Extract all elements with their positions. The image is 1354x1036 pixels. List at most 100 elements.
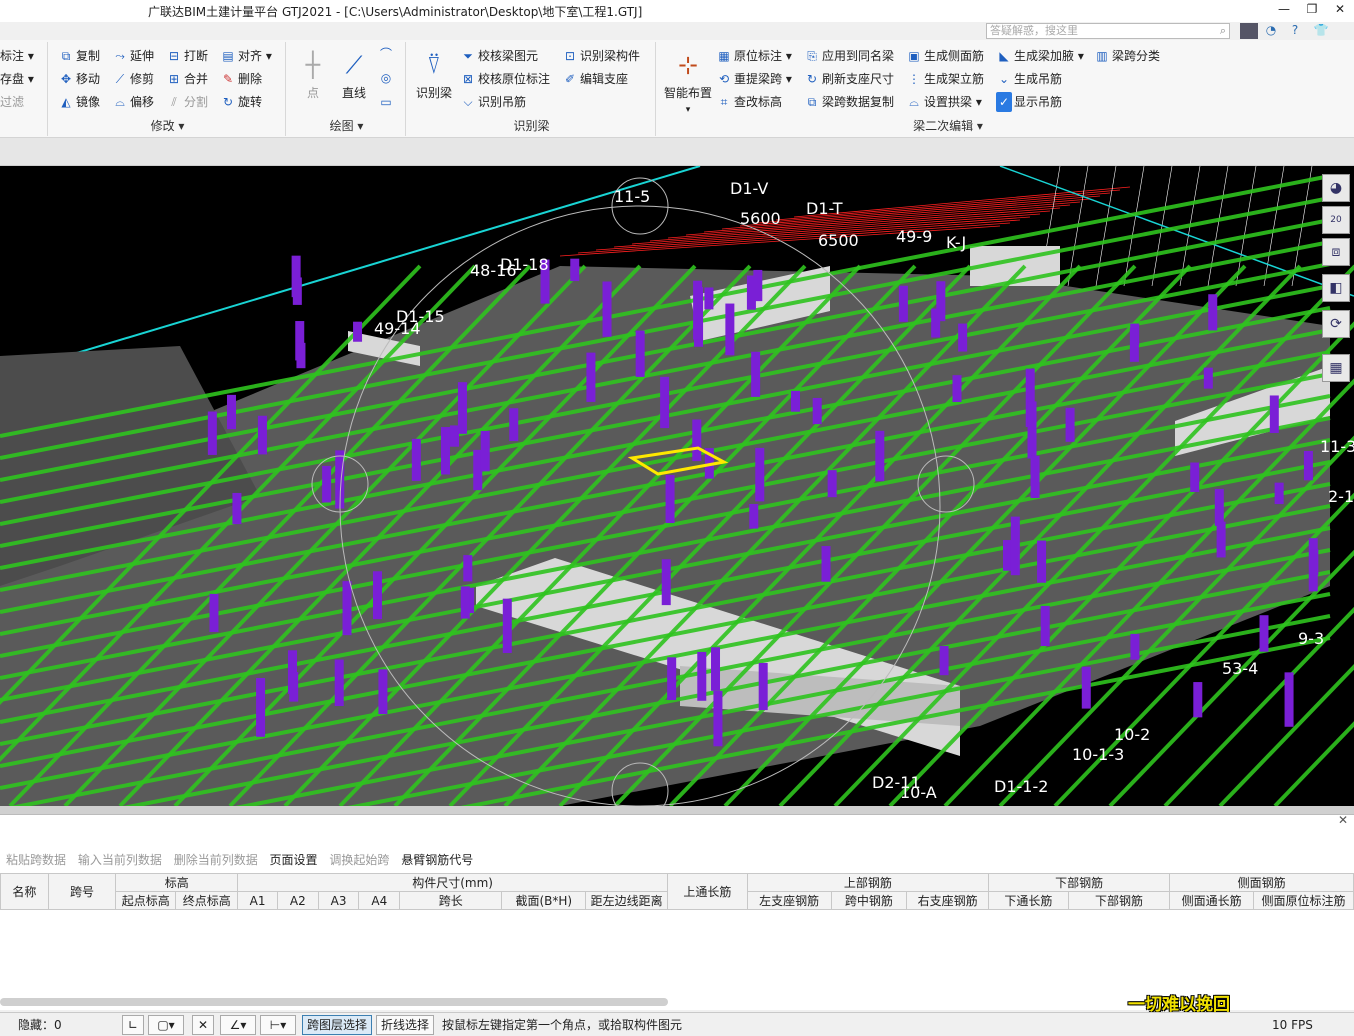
- apply-same-name-button[interactable]: ⎘ 应用到同名梁: [804, 46, 894, 66]
- break-icon: ⊟: [168, 49, 180, 63]
- 3d-viewport[interactable]: D1-V 5600 D1-T 6500 49-9 K-J D1-18 48-16 49-14 D1…: [0, 166, 1354, 806]
- line-icon: ⟋: [345, 51, 363, 79]
- split-button[interactable]: ⫽ 分割: [166, 92, 208, 112]
- cross-icon[interactable]: ✕: [192, 1015, 214, 1035]
- ortho-icon[interactable]: ∟: [122, 1015, 144, 1035]
- group-label-draw[interactable]: 绘图 ▾: [288, 117, 405, 134]
- gen-hanger-button[interactable]: ⌄ 生成吊筋: [996, 69, 1062, 89]
- filter-button[interactable]: 过滤: [0, 92, 24, 112]
- trim-button[interactable]: ⟋ 修剪: [112, 69, 154, 89]
- identify-beam-member-button[interactable]: ⊡ 识别梁构件: [562, 46, 640, 66]
- column: [665, 474, 675, 524]
- gen-haunch-button[interactable]: ◣ 生成梁加腋 ▾: [996, 46, 1083, 66]
- offset-button[interactable]: ⌓ 偏移: [112, 92, 154, 112]
- span-classify-button[interactable]: ▥ 梁跨分类: [1094, 46, 1160, 66]
- col-bot: 下部钢筋: [1067, 891, 1171, 910]
- break-button[interactable]: ⊟ 打断: [166, 46, 208, 66]
- axis-label: 48-16: [470, 261, 517, 280]
- gen-erection-bar-button[interactable]: ⋮ 生成架立筋: [906, 69, 984, 89]
- view-sphere-icon[interactable]: ◕: [1322, 174, 1350, 202]
- merge-button[interactable]: ⊞ 合并: [166, 69, 208, 89]
- delete-column-button[interactable]: 删除当前列数据: [174, 853, 258, 867]
- close-button[interactable]: ✕: [1326, 2, 1354, 20]
- paste-span-button[interactable]: 粘贴跨数据: [6, 853, 66, 867]
- column: [746, 275, 756, 310]
- box-icon[interactable]: ◧: [1322, 274, 1350, 302]
- in-situ-annotation-button[interactable]: ▦ 原位标注 ▾: [716, 46, 792, 66]
- column: [667, 657, 677, 701]
- view-2d-icon[interactable]: 20: [1322, 206, 1350, 234]
- help-icon[interactable]: ?: [1286, 23, 1304, 39]
- horizontal-scrollbar[interactable]: [0, 998, 668, 1006]
- check-beam-button[interactable]: ⏷ 校核梁图元: [460, 46, 538, 66]
- extend-icon: ⤳: [115, 49, 125, 63]
- snap-icon[interactable]: ▢▾: [148, 1015, 184, 1035]
- copy-button[interactable]: ⧉ 复制: [58, 46, 100, 66]
- view-cube-icon[interactable]: ⧈: [1322, 238, 1350, 266]
- column: [256, 677, 266, 737]
- point-button[interactable]: ┼ 点: [296, 46, 330, 101]
- circle-icon[interactable]: ◎: [378, 68, 396, 88]
- line-button[interactable]: ⟋ 直线: [336, 46, 372, 101]
- input-column-button[interactable]: 输入当前列数据: [78, 853, 162, 867]
- column: [1190, 462, 1200, 492]
- column: [411, 438, 421, 481]
- column: [378, 669, 388, 715]
- edit-support-button[interactable]: ✐ 编辑支座: [562, 69, 628, 89]
- refresh-support-button[interactable]: ↻ 刷新支座尺寸: [804, 69, 894, 89]
- cross-layer-select-toggle[interactable]: 跨图层选择: [302, 1015, 372, 1035]
- column: [289, 672, 299, 702]
- gen-side-bar-button[interactable]: ▣ 生成侧面筋: [906, 46, 984, 66]
- angle-icon[interactable]: ∠▾: [220, 1015, 256, 1035]
- group-label-beam-edit[interactable]: 梁二次编辑 ▾: [858, 117, 1038, 134]
- swap-start-span-button[interactable]: 调换起始跨: [329, 853, 389, 867]
- rotate-button[interactable]: ↻ 旋转: [220, 92, 262, 112]
- check-elevation-button[interactable]: ⌗ 查改标高: [716, 92, 782, 112]
- axis-label: 11-3: [1320, 437, 1354, 456]
- axis-label: 10-A: [900, 783, 937, 802]
- restore-button[interactable]: ❐: [1298, 2, 1326, 20]
- search-icon[interactable]: ⌕: [1220, 24, 1226, 38]
- rotate-view-icon[interactable]: ⟳: [1322, 310, 1350, 338]
- group-label-modify[interactable]: 修改 ▾: [50, 117, 285, 134]
- offset-snap-icon[interactable]: ⊢▾: [260, 1015, 296, 1035]
- skin-icon[interactable]: 👕: [1312, 23, 1330, 39]
- smart-layout-icon: ⊹: [677, 51, 699, 79]
- axis-label: 5600: [740, 209, 781, 228]
- headset-icon[interactable]: ◔: [1262, 23, 1280, 39]
- smart-layout-button[interactable]: ⊹ 智能布置 ▾: [660, 46, 716, 115]
- copy-span-data-button[interactable]: ⧉ 梁跨数据复制: [804, 92, 894, 112]
- col-name: 名称: [0, 873, 49, 910]
- re-extract-icon: ⟲: [718, 72, 730, 86]
- column: [322, 465, 332, 503]
- column: [209, 593, 219, 632]
- move-button[interactable]: ✥ 移动: [58, 69, 100, 89]
- column: [334, 659, 344, 707]
- save-disk-button[interactable]: 存盘 ▾: [0, 69, 34, 89]
- extend-button[interactable]: ⤳ 延伸: [112, 46, 154, 66]
- mirror-button[interactable]: ◭ 镜像: [58, 92, 100, 112]
- rectangle-icon[interactable]: ▭: [378, 92, 396, 112]
- minimize-button[interactable]: —: [1270, 2, 1298, 20]
- model-scene[interactable]: D1-V5600D1-T6500 49-9 K-JD1-1848-1649-14D1…: [0, 166, 1354, 806]
- arc-icon[interactable]: ⌒: [378, 44, 396, 64]
- column: [1002, 540, 1012, 571]
- show-hanger-checkbox[interactable]: ✓ 显示吊筋: [996, 92, 1062, 112]
- polyline-select-toggle[interactable]: 折线选择: [376, 1015, 434, 1035]
- mark-button[interactable]: 标注 ▾: [0, 46, 34, 66]
- search-input[interactable]: 答疑解惑，搜这里 ⌕: [986, 23, 1230, 39]
- identify-beam-button[interactable]: ⍢ 识别梁: [414, 46, 454, 101]
- page-setup-button[interactable]: 页面设置: [270, 853, 318, 867]
- delete-button[interactable]: ✎ 删除: [220, 69, 262, 89]
- cantilever-code-button[interactable]: 悬臂钢筋代号: [401, 853, 473, 867]
- identify-hanger-button[interactable]: ⌵ 识别吊筋: [460, 92, 526, 112]
- panel-splitter[interactable]: [0, 806, 1354, 814]
- grid-view-icon[interactable]: ▦: [1322, 354, 1350, 382]
- column: [693, 280, 703, 340]
- re-extract-span-button[interactable]: ⟲ 重提梁跨 ▾: [716, 69, 792, 89]
- check-annotation-button[interactable]: ⊠ 校核原位标注: [460, 69, 550, 89]
- avatar[interactable]: [1240, 23, 1258, 39]
- set-arch-beam-button[interactable]: ⌓ 设置拱梁 ▾: [906, 92, 982, 112]
- close-icon[interactable]: ✕: [1338, 813, 1348, 827]
- align-button[interactable]: ▤ 对齐 ▾: [220, 46, 272, 66]
